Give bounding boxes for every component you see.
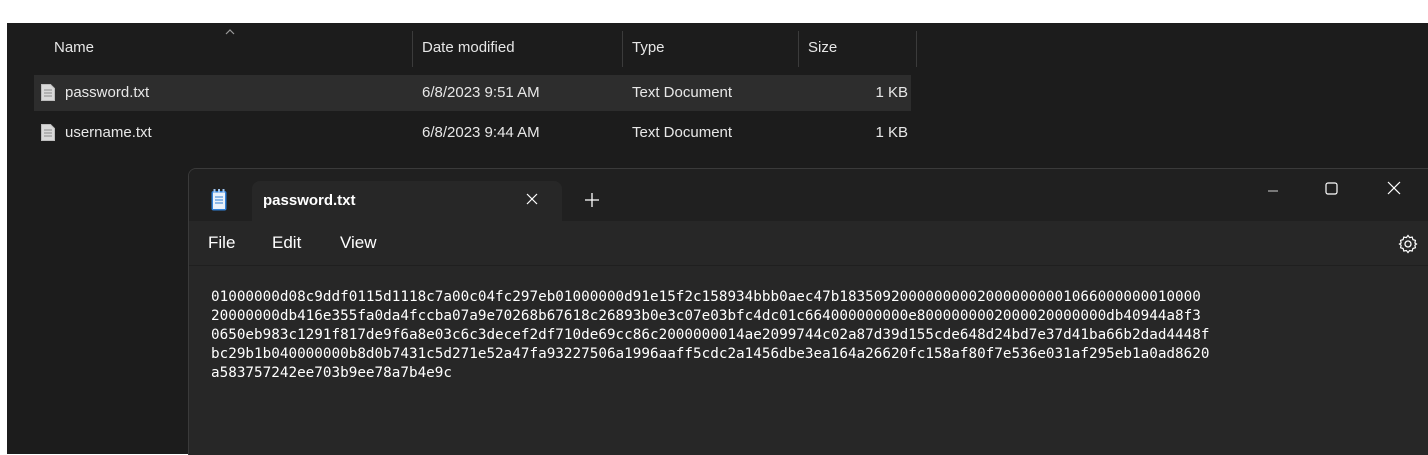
file-row-username[interactable]: username.txt 6/8/2023 9:44 AM Text Docum… [34, 115, 911, 151]
file-size: 1 KB [875, 124, 908, 141]
minimize-icon[interactable] [1250, 179, 1296, 215]
column-divider[interactable] [916, 31, 917, 67]
file-date-modified: 6/8/2023 9:51 AM [422, 84, 540, 101]
column-header-row: Name Date modified Type Size [7, 23, 917, 73]
notepad-app-icon [211, 189, 227, 211]
title-bar[interactable]: password.txt [189, 169, 1428, 221]
close-icon[interactable] [1371, 179, 1417, 215]
column-divider[interactable] [622, 31, 623, 67]
maximize-icon[interactable] [1308, 179, 1354, 215]
file-size: 1 KB [875, 84, 908, 101]
file-name: username.txt [65, 124, 152, 141]
gear-icon[interactable] [1397, 233, 1419, 255]
menu-edit[interactable]: Edit [272, 221, 301, 265]
file-row-password[interactable]: password.txt 6/8/2023 9:51 AM Text Docum… [34, 75, 911, 111]
column-header-name[interactable]: Name [54, 23, 94, 67]
menu-file[interactable]: File [208, 221, 235, 265]
text-file-icon [41, 84, 55, 101]
tab-title: password.txt [263, 192, 356, 209]
menu-view[interactable]: View [340, 221, 377, 265]
text-file-icon [41, 124, 55, 141]
file-type: Text Document [632, 84, 733, 101]
file-date-modified: 6/8/2023 9:44 AM [422, 124, 540, 141]
file-name: password.txt [65, 84, 150, 101]
editor-content[interactable]: 01000000d08c9ddf0115d1118c7a00c04fc297eb… [211, 288, 1421, 383]
chevron-up-icon [225, 29, 235, 35]
tab-password-txt[interactable]: password.txt [252, 181, 562, 221]
plus-icon[interactable] [584, 192, 600, 208]
column-header-size[interactable]: Size [808, 23, 837, 67]
file-type: Text Document [632, 124, 733, 141]
close-icon[interactable] [524, 191, 540, 207]
notepad-window: password.txt File Edit View 01000000d08c… [188, 168, 1428, 455]
column-divider[interactable] [412, 31, 413, 67]
column-header-date-modified[interactable]: Date modified [422, 23, 515, 67]
column-divider[interactable] [798, 31, 799, 67]
column-header-type[interactable]: Type [632, 23, 665, 67]
menu-bar: File Edit View [189, 221, 1428, 266]
text-editor-area[interactable]: 01000000d08c9ddf0115d1118c7a00c04fc297eb… [189, 266, 1428, 455]
